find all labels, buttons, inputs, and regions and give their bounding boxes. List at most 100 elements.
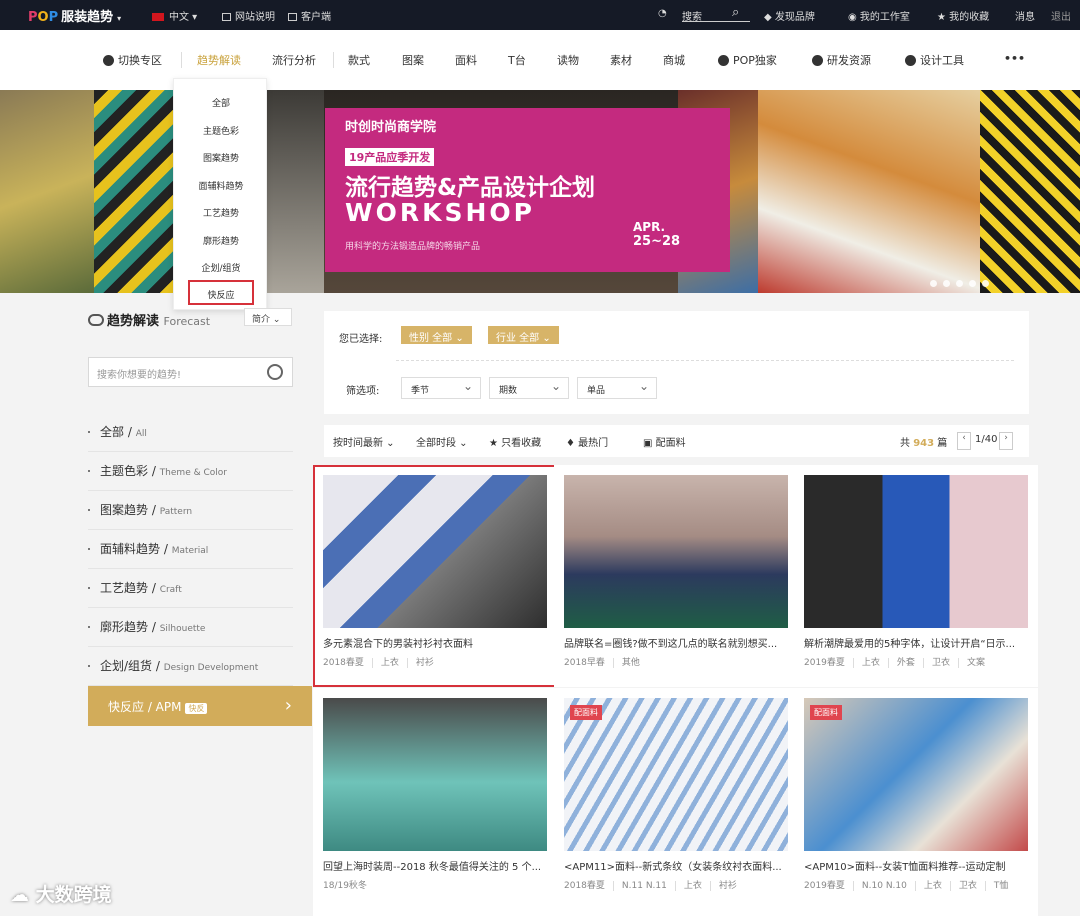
banner-title-en: WORKSHOP: [345, 198, 535, 227]
nav-design-tools[interactable]: 设计工具: [905, 52, 964, 68]
sidebar-item-craft[interactable]: 工艺趋势 / Craft: [88, 569, 293, 608]
watermark: ☁ 大数跨境: [10, 884, 112, 906]
industry-chip[interactable]: 行业 全部 ⌄: [488, 326, 559, 344]
carousel-dots[interactable]: [930, 277, 995, 290]
china-flag-icon: [152, 13, 164, 21]
card-meta: 18/19秋冬: [323, 881, 367, 891]
sidebar-item-pattern[interactable]: 图案趋势 / Pattern: [88, 491, 293, 530]
sidebar-item-all[interactable]: 全部 / All: [88, 413, 293, 452]
card-title: 解析潮牌最爱用的5种字体，让设计开启“日示...: [804, 639, 1016, 650]
nav-pop-exclusive[interactable]: POP独家: [718, 52, 777, 68]
star-icon: ★: [489, 438, 498, 449]
nav-runway[interactable]: T台: [508, 52, 526, 68]
fire-icon: ♦: [566, 438, 575, 449]
season-tag: 19产品应季开发: [345, 148, 435, 166]
highlight-box: [313, 465, 558, 687]
nav-reading[interactable]: 读物: [557, 52, 579, 68]
site-info-link[interactable]: 网站说明: [222, 8, 275, 23]
dropdown-item-material[interactable]: 面辅料趋势: [174, 179, 268, 192]
banner-days: 25~28: [633, 234, 681, 249]
filter-panel: 您已选择: 性别 全部 ⌄ 行业 全部 ⌄ 筛选项: 季节 期数 单品: [324, 311, 1029, 414]
nav-popular-analysis[interactable]: 流行分析: [272, 52, 316, 68]
doc-icon: [222, 13, 231, 21]
dropdown-item-silhouette[interactable]: 廓形趋势: [174, 234, 268, 247]
gender-chip[interactable]: 性别 全部 ⌄: [401, 326, 472, 344]
fabric-tag: 配面料: [810, 705, 842, 720]
article-card[interactable]: 配面料 <APM10>面料--女装T恤面料推荐--运动定制 2019春夏 N.10…: [794, 688, 1038, 916]
dropdown-item-craft[interactable]: 工艺趋势: [174, 206, 268, 219]
nav-materials[interactable]: 素材: [610, 52, 632, 68]
site-logo[interactable]: POP 服装趋势 ▾: [28, 6, 121, 25]
article-card[interactable]: 配面料 <APM11>面料--新式条纹（女装条纹衬衣面料... 2018春夏 N.…: [554, 688, 798, 916]
search-underline: [682, 21, 750, 22]
monitor-icon: [288, 13, 297, 21]
search-icon[interactable]: [267, 364, 283, 380]
card-title: 品牌联名=圈钱?做不到这几点的联名就别想买...: [564, 639, 778, 650]
logout-link[interactable]: 退出: [1051, 8, 1071, 23]
sort-select[interactable]: 简介 ⌄: [244, 308, 292, 326]
workspace-link[interactable]: ◉ 我的工作室: [848, 8, 910, 23]
sidebar-item-theme-color[interactable]: 主题色彩 / Theme & Color: [88, 452, 293, 491]
globe-icon: [812, 55, 823, 66]
card-meta: 2019春夏 N.10 N.10 上衣 卫衣 T恤: [804, 881, 1009, 891]
trend-search-input[interactable]: 搜索你想要的趋势!: [88, 357, 293, 387]
article-card[interactable]: 解析潮牌最爱用的5种字体，让设计开启“日示... 2019春夏 上衣 外套 卫衣 文案: [794, 465, 1038, 687]
list-toolbar: 按时间最新 ⌄ 全部时段 ⌄ ★ 只看收藏 ♦ 最热门 ▣ 配面料 共 943 …: [324, 425, 1029, 457]
nav-switch-zone[interactable]: 切换专区: [103, 52, 162, 68]
time-range-select[interactable]: 全部时段 ⌄: [416, 434, 468, 449]
fabric-toggle[interactable]: ▣ 配面料: [643, 434, 686, 449]
nav-trend-analysis[interactable]: 趋势解读: [197, 52, 241, 68]
more-icon[interactable]: •••: [1004, 52, 1025, 65]
language-selector[interactable]: 中文 ▾: [152, 8, 197, 23]
highlight-box: [188, 280, 254, 305]
issue-select[interactable]: 期数: [489, 377, 569, 399]
favorites-only-toggle[interactable]: ★ 只看收藏: [489, 434, 541, 449]
dropdown-item-pattern[interactable]: 图案趋势: [174, 151, 268, 164]
card-title: <APM11>面料--新式条纹（女装条纹衬衣面料...: [564, 862, 782, 873]
user-icon: ◉: [848, 12, 857, 23]
nav-styles[interactable]: 款式: [348, 52, 370, 68]
sort-latest[interactable]: 按时间最新 ⌄: [333, 434, 395, 449]
trend-dropdown-menu: 全部 主题色彩 图案趋势 面辅料趋势 工艺趋势 廓形趋势 企划/组货 快反应: [173, 78, 267, 310]
next-page-button[interactable]: ›: [999, 432, 1013, 450]
search-icon[interactable]: ⌕: [732, 5, 739, 20]
client-link[interactable]: 客户端: [288, 8, 331, 23]
workshop-ad[interactable]: 时创时尚商学院 19产品应季开发 流行趋势&产品设计企划 WORKSHOP 用科…: [325, 108, 730, 272]
hot-toggle[interactable]: ♦ 最热门: [566, 434, 608, 449]
nav-fabrics[interactable]: 面料: [455, 52, 477, 68]
sidebar-item-planning[interactable]: 企划/组货 / Design Development: [88, 647, 293, 686]
season-select[interactable]: 季节: [401, 377, 481, 399]
article-card[interactable]: 品牌联名=圈钱?做不到这几点的联名就别想买... 2018早春 其他: [554, 465, 798, 687]
page-indicator: 1/40: [975, 434, 998, 445]
sidebar-item-silhouette[interactable]: 廓形趋势 / Silhouette: [88, 608, 293, 647]
find-brand-link[interactable]: ◆ 发现品牌: [764, 8, 815, 23]
nav-mall[interactable]: 商城: [663, 52, 685, 68]
sidebar-item-apm[interactable]: 快反应 / APM 快反 ›: [88, 686, 312, 726]
card-title: 回望上海时装周--2018 秋冬最值得关注的 5 个...: [323, 862, 542, 873]
diamond-icon: ◆: [764, 12, 772, 23]
watermark-logo-icon: ☁: [10, 884, 29, 906]
total-count: 共 943 篇: [900, 438, 948, 449]
nav-rd-resources[interactable]: 研发资源: [812, 52, 871, 68]
nav-separator: [333, 52, 334, 68]
banner-subtitle: 用科学的方法锻造品牌的畅销产品: [345, 242, 481, 252]
selected-label: 您已选择:: [339, 334, 383, 345]
card-meta: 2018春夏 N.11 N.11 上衣 衬衫: [564, 881, 737, 891]
dropdown-item-all[interactable]: 全部: [174, 96, 268, 109]
messages-link[interactable]: 消息: [1015, 8, 1035, 23]
item-select[interactable]: 单品: [577, 377, 657, 399]
article-card[interactable]: 回望上海时装周--2018 秋冬最值得关注的 5 个... 18/19秋冬: [313, 688, 558, 916]
hero-banner[interactable]: 时创时尚商学院 19产品应季开发 流行趋势&产品设计企划 WORKSHOP 用科…: [0, 90, 1080, 293]
card-meta: 2018早春 其他: [564, 658, 640, 668]
dropdown-item-theme-color[interactable]: 主题色彩: [174, 124, 268, 137]
card-meta: 2019春夏 上衣 外套 卫衣 文案: [804, 658, 985, 668]
prev-page-button[interactable]: ‹: [957, 432, 971, 450]
favorites-link[interactable]: ★ 我的收藏: [937, 8, 989, 23]
headset-icon[interactable]: ◔: [658, 8, 667, 19]
dropdown-item-planning[interactable]: 企划/组货: [174, 261, 268, 274]
academy-logo: 时创时尚商学院: [345, 120, 437, 135]
pop-icon: [718, 55, 729, 66]
banner-month: APR.: [633, 220, 666, 234]
nav-patterns[interactable]: 图案: [402, 52, 424, 68]
sidebar-item-material[interactable]: 面辅料趋势 / Material: [88, 530, 293, 569]
